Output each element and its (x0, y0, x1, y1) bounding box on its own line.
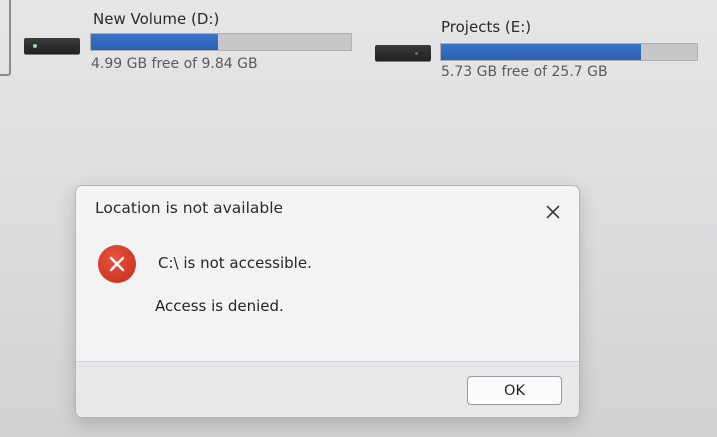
error-detail: Access is denied. (155, 297, 284, 315)
drive-usage-fill (91, 34, 219, 50)
dialog-title: Location is not available (95, 199, 284, 217)
error-dialog: Location is not available C:\ is not acc… (75, 185, 580, 418)
drive-usage-bar (90, 33, 352, 51)
panel-edge (0, 0, 11, 76)
ok-button[interactable]: OK (467, 376, 562, 405)
error-icon (98, 245, 136, 283)
drive-usage-bar (440, 43, 698, 61)
drive-name: New Volume (D:) (93, 10, 220, 28)
dialog-footer: OK (76, 361, 579, 417)
drive-icon (375, 45, 431, 61)
drive-space-info: 4.99 GB free of 9.84 GB (91, 56, 258, 72)
close-button[interactable] (541, 200, 565, 224)
drive-usage-fill (441, 44, 641, 60)
error-message: C:\ is not accessible. (158, 254, 312, 272)
close-icon (546, 205, 560, 219)
drive-icon (24, 38, 80, 54)
drive-name: Projects (E:) (441, 18, 532, 36)
drive-space-info: 5.73 GB free of 25.7 GB (441, 64, 608, 80)
